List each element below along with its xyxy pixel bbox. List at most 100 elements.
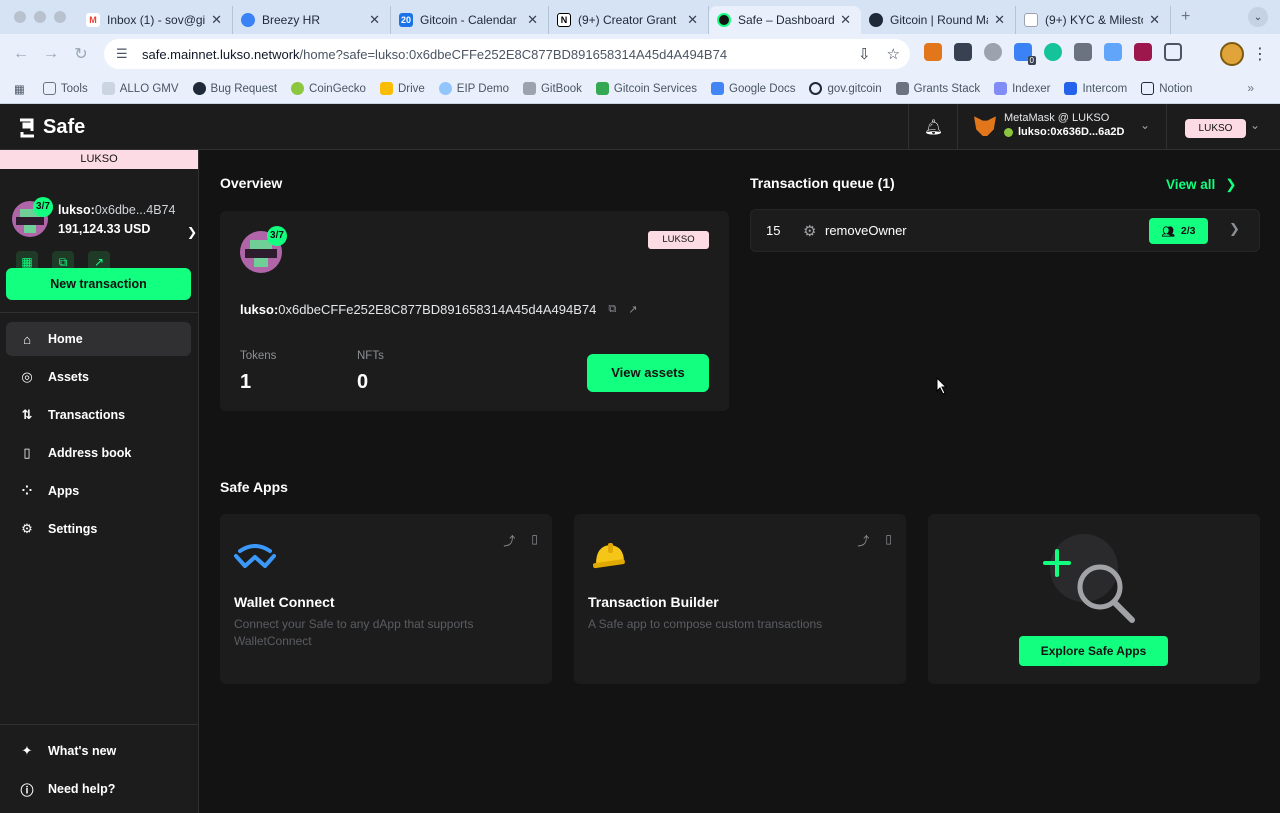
notifications-bell-icon[interactable]: 🔔︎ — [924, 118, 943, 136]
sidebar-item-address-book[interactable]: ▯ Address book — [6, 436, 191, 470]
share-icon[interactable]: ⤴ — [857, 532, 869, 549]
site-settings-icon[interactable]: ☰ — [116, 46, 132, 62]
chevron-right-icon[interactable]: ❯ — [187, 225, 197, 239]
url-bar[interactable]: ☰ safe.mainnet.lukso.network/home?safe=l… — [104, 39, 910, 69]
bookmark-icon[interactable]: ▯ — [885, 532, 892, 549]
sidebar-item-home[interactable]: ⌂ Home — [6, 322, 191, 356]
browser-tab[interactable]: (9+) KYC & Milesto ✕ — [1016, 6, 1171, 34]
external-link-icon[interactable]: ↗ — [628, 303, 637, 316]
metamask-extension-icon[interactable] — [924, 43, 942, 61]
close-tab-icon[interactable]: ✕ — [994, 12, 1005, 28]
connected-wallet[interactable]: MetaMask @ LUKSO lukso:0x636D...6a2D — [974, 112, 1124, 138]
bookmark-item[interactable]: EIP Demo — [438, 82, 509, 95]
close-tab-icon[interactable]: ✕ — [1149, 12, 1160, 28]
sidebar-item-transactions[interactable]: ⇅ Transactions — [6, 398, 191, 432]
sidebar-item-help[interactable]: ⓘ Need help? — [6, 772, 191, 806]
safe-info: 3/7 lukso:0x6dbe...4B74 191,124.33 USD ❯… — [0, 169, 198, 273]
bookmark-item[interactable]: Intercom — [1064, 82, 1127, 95]
bookmark-label: CoinGecko — [309, 82, 366, 95]
notion-icon: N — [557, 13, 571, 27]
close-tab-icon[interactable]: ✕ — [687, 12, 698, 28]
queue-item[interactable]: 15 ⚙ removeOwner 👥︎ 2/3 ❯ — [750, 209, 1260, 252]
safe-app-card[interactable]: ⤴ ▯ Wallet Connect Connect your Safe to … — [220, 514, 552, 684]
view-all-link[interactable]: View all ❯ — [1166, 177, 1237, 193]
bookmark-icon[interactable]: ▯ — [531, 532, 538, 549]
app-description: A Safe app to compose custom transaction… — [588, 617, 823, 631]
close-tab-icon[interactable]: ✕ — [369, 12, 380, 28]
chevron-down-icon[interactable]: ⌄ — [1250, 118, 1260, 132]
tab-search-icon[interactable]: ⌄ — [1248, 7, 1268, 27]
bookmark-item[interactable]: Grants Stack — [895, 82, 980, 95]
view-assets-button[interactable]: View assets — [587, 354, 709, 392]
gitcoin-icon — [869, 13, 883, 27]
bookmark-item[interactable]: CoinGecko — [291, 82, 366, 95]
browser-tab[interactable]: N (9+) Creator Grant ✕ — [549, 6, 709, 34]
new-tab-icon[interactable]: + — [1181, 8, 1190, 26]
sidebar-item-label: Settings — [48, 522, 98, 536]
bookmarks-overflow-button[interactable]: » — [1247, 81, 1254, 95]
bookmark-item[interactable]: gov.gitcoin — [809, 82, 882, 95]
extension-icon[interactable] — [1104, 43, 1122, 61]
copy-icon[interactable]: ⧉ — [608, 303, 616, 316]
extension-icon[interactable] — [1074, 43, 1092, 61]
bookmark-item[interactable]: Indexer — [994, 82, 1050, 95]
gitcoin-icon — [809, 82, 823, 95]
apps-grid-icon[interactable]: ▦ — [14, 82, 25, 96]
bookmark-item[interactable]: ALLO GMV — [101, 82, 179, 95]
network-selector[interactable]: LUKSO — [1185, 119, 1246, 138]
forward-icon[interactable]: → — [36, 45, 66, 63]
browser-tab-active[interactable]: Safe – Dashboard ✕ — [709, 6, 861, 34]
bookmark-item[interactable]: Gitcoin Services — [595, 82, 697, 95]
chevron-down-icon[interactable]: ⌄ — [1140, 118, 1150, 132]
app-name: Transaction Builder — [588, 594, 719, 610]
breezy-icon — [241, 13, 255, 27]
ublock-extension-icon[interactable] — [1134, 43, 1152, 61]
bookmark-item[interactable]: GitBook — [522, 82, 582, 95]
reload-icon[interactable]: ↻ — [66, 44, 96, 64]
sidebar-item-assets[interactable]: ◎ Assets — [6, 360, 191, 394]
tab-title: Inbox (1) - sov@gitc — [107, 13, 206, 27]
sidebar-item-apps[interactable]: ⁘ Apps — [6, 474, 191, 508]
bookmark-item[interactable]: Notion — [1141, 82, 1192, 95]
close-tab-icon[interactable]: ✕ — [211, 12, 222, 28]
window-controls[interactable] — [0, 11, 78, 23]
close-tab-icon[interactable]: ✕ — [527, 12, 538, 28]
extension-icon[interactable] — [984, 43, 1002, 61]
minimize-window-icon[interactable] — [34, 11, 46, 23]
install-app-icon[interactable]: ⇩ — [858, 45, 871, 63]
share-icon[interactable]: ⤴ — [503, 532, 515, 549]
sidebar-item-settings[interactable]: ⚙ Settings — [6, 512, 191, 546]
chevron-right-icon: ❯ — [1225, 177, 1237, 192]
bookmark-item[interactable]: Google Docs — [711, 82, 795, 95]
close-window-icon[interactable] — [14, 11, 26, 23]
drive-icon — [379, 82, 393, 95]
mouse-cursor-icon — [936, 377, 948, 395]
bookmark-item[interactable]: Tools — [42, 82, 88, 95]
confirmations-badge: 👥︎ 2/3 — [1149, 218, 1208, 244]
bookmark-star-icon[interactable]: ☆ — [887, 45, 900, 63]
bookmark-item[interactable]: Drive — [379, 82, 425, 95]
extension-icon[interactable]: 0 — [1014, 43, 1036, 65]
browser-tab[interactable]: Breezy HR ✕ — [233, 6, 391, 34]
browser-menu-icon[interactable]: ⋮ — [1252, 44, 1268, 64]
profile-avatar[interactable] — [1220, 42, 1244, 66]
browser-tab[interactable]: M Inbox (1) - sov@gitc ✕ — [78, 6, 233, 34]
safe-logo[interactable]: Safe — [17, 116, 85, 139]
safe-full-address: lukso: 0x6dbeCFFe252E8C877BD891658314A45d… — [240, 302, 637, 317]
close-tab-icon[interactable]: ✕ — [840, 12, 851, 28]
hard-hat-icon — [593, 543, 625, 569]
extension-icon[interactable] — [954, 43, 972, 61]
maximize-window-icon[interactable] — [54, 11, 66, 23]
chain-prefix: lukso: — [58, 203, 95, 217]
explore-safe-apps-button[interactable]: Explore Safe Apps — [1019, 636, 1168, 666]
tokens-count: 1 — [240, 371, 252, 393]
new-transaction-button[interactable]: New transaction — [6, 268, 191, 300]
browser-tab[interactable]: Gitcoin | Round Ma ✕ — [861, 6, 1016, 34]
back-icon[interactable]: ← — [6, 45, 36, 63]
bookmark-item[interactable]: Bug Request — [192, 82, 277, 95]
browser-tab[interactable]: 20 Gitcoin - Calendar ✕ — [391, 6, 549, 34]
safe-app-card[interactable]: ⤴ ▯ Transaction Builder A Safe app to co… — [574, 514, 906, 684]
grammarly-extension-icon[interactable] — [1044, 43, 1062, 61]
sidebar-item-whats-new[interactable]: ✦ What's new — [6, 734, 191, 768]
extensions-puzzle-icon[interactable] — [1164, 43, 1182, 61]
